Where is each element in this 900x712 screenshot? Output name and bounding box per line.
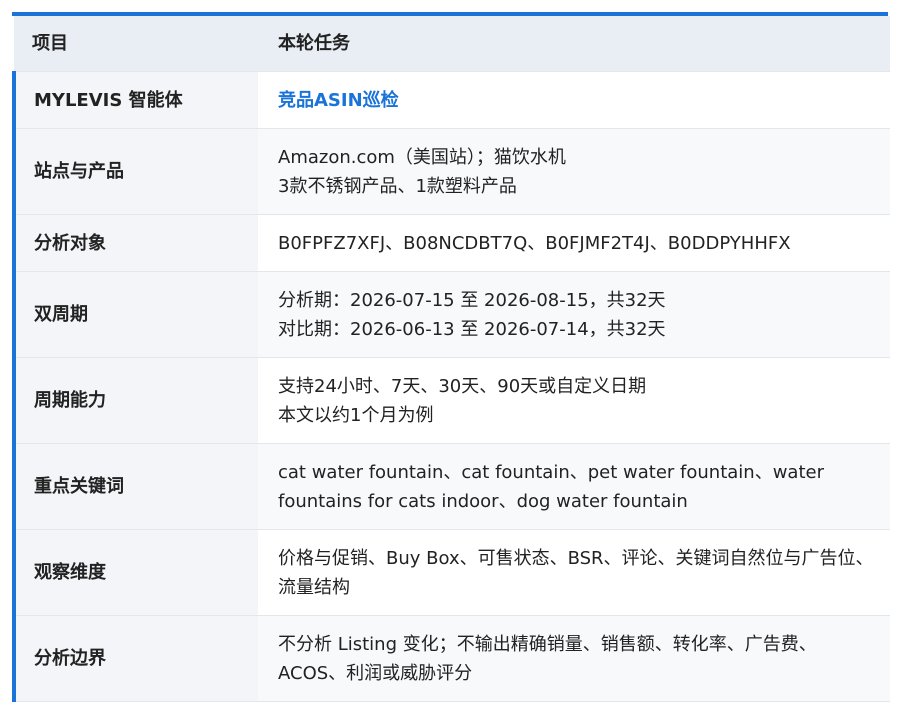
table-row: 分析对象 B0FPFZ7XFJ、B08NCDBT7Q、B0FJMF2T4J、B0… bbox=[12, 214, 890, 272]
table-row: 分析边界 不分析 Listing 变化；不输出精确销量、销售额、转化率、广告费、… bbox=[12, 615, 890, 702]
row-label: 分析边界 bbox=[12, 615, 258, 702]
value-line: 本文以约1个月为例 bbox=[278, 404, 434, 426]
row-value: Amazon.com（美国站）；猫饮水机 3款不锈钢产品、1款塑料产品 bbox=[258, 128, 890, 215]
value-line: Amazon.com（美国站）；猫饮水机 bbox=[278, 146, 566, 168]
task-table: 项目 本轮任务 MYLEVIS 智能体 竞品ASIN巡检 站点与产品 Amazo… bbox=[12, 16, 890, 702]
row-label: 重点关键词 bbox=[12, 443, 258, 530]
task-table-container: 项目 本轮任务 MYLEVIS 智能体 竞品ASIN巡检 站点与产品 Amazo… bbox=[12, 12, 890, 702]
row-label: 观察维度 bbox=[12, 529, 258, 616]
table-row: 重点关键词 cat water fountain、cat fountain、pe… bbox=[12, 443, 890, 530]
row-label: 分析对象 bbox=[12, 214, 258, 272]
table-row: 双周期 分析期：2026-07-15 至 2026-08-15，共32天 对比期… bbox=[12, 271, 890, 358]
table-row: 周期能力 支持24小时、7天、30天、90天或自定义日期 本文以约1个月为例 bbox=[12, 357, 890, 444]
value-line: B0FPFZ7XFJ、B08NCDBT7Q、B0FJMF2T4J、B0DDPYH… bbox=[278, 232, 791, 254]
value-text: 价格与促销、Buy Box、可售状态、BSR、评论、关键词自然位与广告位、流量结… bbox=[278, 547, 874, 598]
row-value: 不分析 Listing 变化；不输出精确销量、销售额、转化率、广告费、ACOS、… bbox=[258, 615, 890, 702]
table-row: 站点与产品 Amazon.com（美国站）；猫饮水机 3款不锈钢产品、1款塑料产… bbox=[12, 128, 890, 215]
value-line: 支持24小时、7天、30天、90天或自定义日期 bbox=[278, 375, 647, 397]
row-value: 价格与促销、Buy Box、可售状态、BSR、评论、关键词自然位与广告位、流量结… bbox=[258, 529, 890, 616]
table-header-row: 项目 本轮任务 bbox=[14, 16, 890, 72]
value-line: 对比期：2026-06-13 至 2026-07-14，共32天 bbox=[278, 318, 666, 340]
value-line: 分析期：2026-07-15 至 2026-08-15，共32天 bbox=[278, 289, 666, 311]
row-value: B0FPFZ7XFJ、B08NCDBT7Q、B0FJMF2T4J、B0DDPYH… bbox=[258, 214, 890, 272]
row-value: 分析期：2026-07-15 至 2026-08-15，共32天 对比期：202… bbox=[258, 271, 890, 358]
row-value: cat water fountain、cat fountain、pet wate… bbox=[258, 443, 890, 530]
row-label: MYLEVIS 智能体 bbox=[12, 71, 258, 129]
value-line: 3款不锈钢产品、1款塑料产品 bbox=[278, 175, 517, 197]
table-row: MYLEVIS 智能体 竞品ASIN巡检 bbox=[12, 71, 890, 129]
table-row: 观察维度 价格与促销、Buy Box、可售状态、BSR、评论、关键词自然位与广告… bbox=[12, 529, 890, 616]
row-label: 周期能力 bbox=[12, 357, 258, 444]
row-label: 站点与产品 bbox=[12, 128, 258, 215]
row-value: 支持24小时、7天、30天、90天或自定义日期 本文以约1个月为例 bbox=[258, 357, 890, 444]
header-item: 项目 bbox=[14, 16, 258, 72]
value-line: 竞品ASIN巡检 bbox=[278, 89, 399, 111]
row-label: 双周期 bbox=[12, 271, 258, 358]
value-text: cat water fountain、cat fountain、pet wate… bbox=[278, 461, 824, 512]
value-text: 不分析 Listing 变化；不输出精确销量、销售额、转化率、广告费、ACOS、… bbox=[278, 633, 817, 684]
header-task: 本轮任务 bbox=[258, 16, 890, 72]
row-value: 竞品ASIN巡检 bbox=[258, 71, 890, 129]
